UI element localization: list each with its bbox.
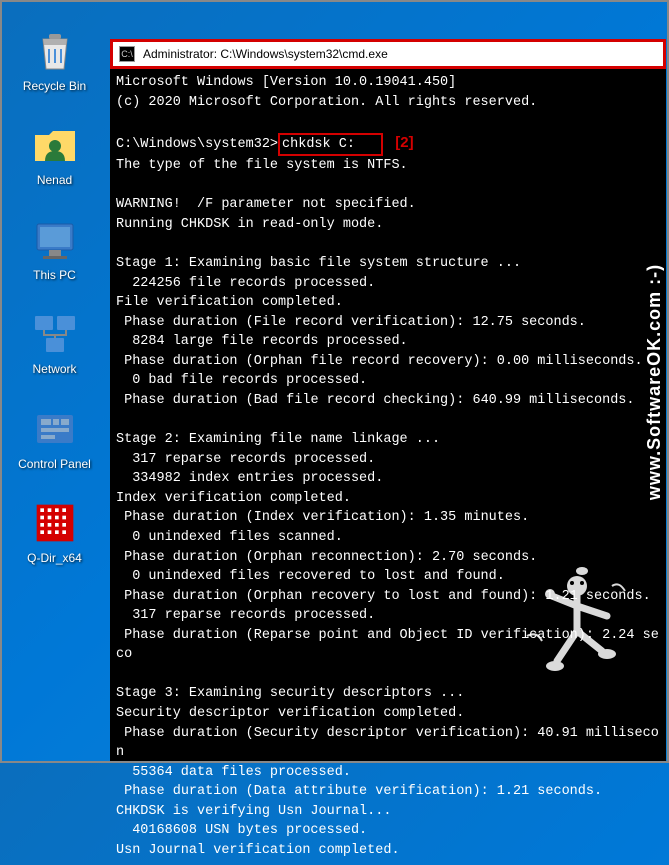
desktop-icon-qdir[interactable]: Q-Dir_x64 <box>17 499 92 565</box>
terminal-line: 334982 index entries processed. <box>116 469 660 489</box>
window-title: Administrator: C:\Windows\system32\cmd.e… <box>143 47 388 61</box>
terminal-line: Stage 2: Examining file name linkage ... <box>116 430 660 450</box>
desktop-icon-network[interactable]: Network <box>17 310 92 376</box>
terminal-line: 40168608 USN bytes processed. <box>116 821 660 841</box>
desktop-icons-column: Recycle Bin Nenad This PC Network Contro… <box>17 27 97 565</box>
icon-label: Network <box>32 362 76 376</box>
terminal-line: Phase duration (Orphan file record recov… <box>116 352 660 372</box>
desktop-icon-recycle-bin[interactable]: Recycle Bin <box>17 27 92 93</box>
terminal-line: Phase duration (Data attribute verificat… <box>116 782 660 802</box>
terminal-line: Stage 3: Examining security descriptors … <box>116 684 660 704</box>
icon-label: This PC <box>33 268 76 282</box>
prompt-path: C:\Windows\system32> <box>116 137 278 152</box>
terminal-line: Index verification completed. <box>116 489 660 509</box>
terminal-line: 224256 file records processed. <box>116 274 660 294</box>
terminal-line: Stage 1: Examining basic file system str… <box>116 254 660 274</box>
desktop-icon-control-panel[interactable]: Control Panel <box>17 405 92 471</box>
command-highlight: chkdsk C: <box>278 133 383 157</box>
desktop-icon-this-pc[interactable]: This PC <box>17 216 92 282</box>
terminal-line: C:\Windows\system32>chkdsk C: [2] <box>116 132 660 157</box>
terminal-line: (c) 2020 Microsoft Corporation. All righ… <box>116 93 660 113</box>
icon-label: Recycle Bin <box>23 79 86 93</box>
desktop-icon-user[interactable]: Nenad <box>17 121 92 187</box>
terminal-line: 0 unindexed files scanned. <box>116 528 660 548</box>
control-panel-icon <box>31 405 79 453</box>
terminal-line: 317 reparse records processed. <box>116 450 660 470</box>
terminal-line: CHKDSK is verifying Usn Journal... <box>116 802 660 822</box>
terminal-line: Usn Journal verification completed. <box>116 841 660 861</box>
terminal-line: 8284 large file records processed. <box>116 332 660 352</box>
terminal-line: Running CHKDSK in read-only mode. <box>116 215 660 235</box>
terminal-line: WARNING! /F parameter not specified. <box>116 195 660 215</box>
terminal-output[interactable]: Microsoft Windows [Version 10.0.19041.45… <box>110 69 666 865</box>
terminal-line: Microsoft Windows [Version 10.0.19041.45… <box>116 73 660 93</box>
annotation-2: [2] <box>395 134 413 151</box>
terminal-line <box>116 176 660 196</box>
cmd-icon: C:\ <box>119 46 135 62</box>
qdir-icon <box>31 499 79 547</box>
title-bar[interactable]: C:\ Administrator: C:\Windows\system32\c… <box>110 39 666 69</box>
terminal-line: File verification completed. <box>116 293 660 313</box>
icon-label: Control Panel <box>18 457 91 471</box>
icon-label: Nenad <box>37 173 72 187</box>
terminal-line: Phase duration (Index verification): 1.3… <box>116 508 660 528</box>
terminal-line: Phase duration (Bad file record checking… <box>116 391 660 411</box>
terminal-line <box>116 112 660 132</box>
terminal-line: 0 bad file records processed. <box>116 371 660 391</box>
network-icon <box>31 310 79 358</box>
icon-label: Q-Dir_x64 <box>27 551 82 565</box>
watermark-text: www.SoftwareOK.com :-) <box>644 263 665 499</box>
recycle-bin-icon <box>31 27 79 75</box>
terminal-line: The type of the file system is NTFS. <box>116 156 660 176</box>
terminal-line <box>116 411 660 431</box>
terminal-line: 55364 data files processed. <box>116 763 660 783</box>
terminal-line <box>116 235 660 255</box>
user-folder-icon <box>31 121 79 169</box>
terminal-line: Security descriptor verification complet… <box>116 704 660 724</box>
watermark-figure-icon <box>517 561 637 681</box>
terminal-line: Phase duration (Security descriptor veri… <box>116 724 660 763</box>
terminal-line: Phase duration (File record verification… <box>116 313 660 333</box>
this-pc-icon <box>31 216 79 264</box>
